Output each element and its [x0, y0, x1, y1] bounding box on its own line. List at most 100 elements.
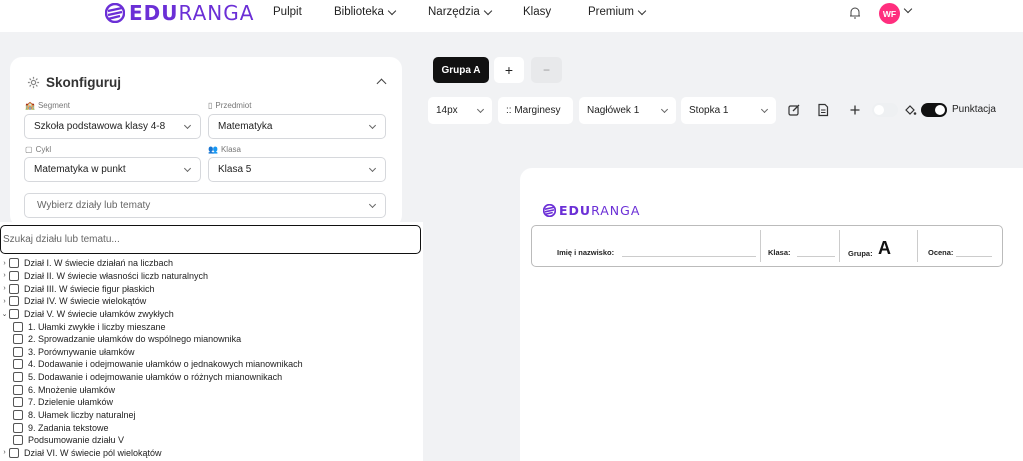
tree-item-label: Dział II. W świecie własności liczb natu…: [24, 270, 209, 281]
bookmark-icon: ▢: [25, 145, 33, 154]
topic-search-input[interactable]: Szukaj działu lub tematu...: [0, 225, 421, 254]
tree-item-topic[interactable]: 5. Dodawanie i odejmowanie ułamków o róż…: [0, 371, 423, 384]
tree-item-topic[interactable]: 8. Ułamek liczby naturalnej: [0, 409, 423, 422]
tree-item-topic[interactable]: 1. Ułamki zwykłe i liczby mieszane: [0, 320, 423, 333]
chevron-right-icon[interactable]: ›: [0, 298, 9, 305]
chevron-down-icon: [637, 6, 647, 15]
topics-select[interactable]: Wybierz działy lub tematy: [24, 193, 386, 218]
checkbox[interactable]: [9, 296, 19, 307]
name-line: [622, 256, 756, 257]
bell-icon[interactable]: [848, 6, 862, 20]
brand-logo[interactable]: EDURANGA: [105, 1, 255, 25]
chevron-right-icon[interactable]: ›: [0, 272, 9, 279]
subject-select[interactable]: Matematyka: [208, 114, 386, 139]
checkbox[interactable]: [13, 397, 23, 408]
checkbox[interactable]: [13, 410, 23, 420]
chevron-down-icon: [660, 105, 669, 114]
checkbox[interactable]: [9, 270, 19, 281]
margins-button[interactable]: :: Marginesy: [498, 97, 573, 124]
tree-item-dzial-3[interactable]: › Dział III. W świecie figur płaskich: [0, 282, 423, 295]
tree-item-topic[interactable]: 2. Sprowadzanie ułamków do wspólnego mia…: [0, 333, 423, 346]
footer-select[interactable]: Stopka 1: [681, 97, 776, 124]
class-select[interactable]: Klasa 5: [208, 157, 386, 182]
tree-item-label: 7. Dzielenie ułamków: [28, 397, 114, 408]
nav-narzedzia[interactable]: Narzędzia: [428, 6, 493, 18]
remove-group-button[interactable]: −: [531, 57, 562, 83]
tree-item-dzial-5[interactable]: ⌄ Dział V. W świecie ułamków zwykłych: [0, 308, 423, 321]
name-label: Imię i nazwisko:: [557, 248, 615, 257]
tree-item-topic[interactable]: 4. Dodawanie i odejmowanie ułamków o jed…: [0, 358, 423, 371]
tree-item-label: Podsumowanie działu V: [28, 435, 125, 446]
checkbox[interactable]: [13, 422, 23, 433]
tree-item-label: 6. Mnożenie ułamków: [28, 384, 116, 395]
brand-name: EDURANGA: [129, 1, 255, 25]
checkbox[interactable]: [13, 346, 23, 357]
tree-item-dzial-1[interactable]: › Dział I. W świecie działań na liczbach: [0, 257, 423, 270]
tree-item-label: 2. Sprowadzanie ułamków do wspólnego mia…: [28, 334, 242, 345]
checkbox[interactable]: [9, 447, 19, 458]
nav-biblioteka[interactable]: Biblioteka: [334, 6, 397, 18]
checkbox[interactable]: [13, 384, 23, 395]
divider: [760, 230, 761, 262]
brand-mark-icon: [543, 204, 556, 217]
checkbox[interactable]: [13, 334, 23, 345]
tree-item-label: 9. Zadania tekstowe: [28, 422, 109, 433]
tree-item-dzial-2[interactable]: › Dział II. W świecie własności liczb nat…: [0, 270, 423, 283]
nav-pulpit[interactable]: Pulpit: [273, 6, 302, 18]
toggle-switch-off[interactable]: [872, 103, 898, 117]
plus-icon[interactable]: [848, 103, 862, 117]
chevron-down-icon: [476, 105, 485, 114]
tree-item-topic[interactable]: 7. Dzielenie ułamków: [0, 396, 423, 409]
header-select[interactable]: Nagłówek 1: [579, 97, 676, 124]
segment-select[interactable]: Szkoła podstawowa klasy 4-8: [24, 114, 201, 139]
tree-item-label: Dział I. W świecie działań na liczbach: [24, 258, 174, 269]
worksheet-header: [531, 225, 1003, 267]
chevron-right-icon[interactable]: ›: [0, 285, 9, 292]
chevron-down-icon: [368, 164, 377, 173]
document-icon[interactable]: [816, 103, 830, 117]
checkbox[interactable]: [9, 283, 19, 294]
punctuation-label: Punktacja: [952, 104, 996, 115]
gear-icon: [27, 76, 40, 89]
paint-bucket-icon[interactable]: [903, 103, 917, 117]
checkbox[interactable]: [13, 372, 23, 383]
chevron-right-icon[interactable]: ›: [0, 449, 9, 456]
chevron-down-icon[interactable]: ⌄: [0, 310, 9, 318]
chevron-down-icon: [183, 121, 192, 130]
toggle-knob: [935, 105, 945, 115]
add-group-button[interactable]: +: [494, 57, 524, 83]
avatar[interactable]: WF: [879, 3, 900, 24]
nav-klasy[interactable]: Klasy: [523, 6, 551, 18]
chevron-right-icon[interactable]: ›: [0, 260, 9, 267]
tree-item-label: 5. Dodawanie i odejmowanie ułamków o róż…: [28, 372, 283, 383]
edit-icon[interactable]: [787, 103, 801, 117]
tree-item-label: Dział III. W świecie figur płaskich: [24, 283, 155, 294]
tree-item-dzial-6[interactable]: › Dział VI. W świecie pól wielokątów: [0, 447, 423, 460]
nav-premium[interactable]: Premium: [588, 6, 647, 18]
tab-group-a[interactable]: Grupa A: [433, 57, 489, 83]
chevron-down-icon: [183, 164, 192, 173]
tree-item-dzial-4[interactable]: › Dział IV. W świecie wielokątów: [0, 295, 423, 308]
class-line: [797, 256, 835, 257]
tree-item-topic[interactable]: 6. Mnożenie ułamków: [0, 383, 423, 396]
tree-item-topic[interactable]: 3. Porównywanie ułamków: [0, 345, 423, 358]
configure-title: Skonfiguruj: [27, 75, 121, 90]
tree-item-topic[interactable]: 9. Zadania tekstowe: [0, 421, 423, 434]
toggle-knob: [874, 105, 884, 115]
cycle-select[interactable]: Matematyka w punkt: [24, 157, 201, 182]
divider: [839, 230, 840, 262]
grade-label: Ocena:: [928, 248, 954, 257]
font-size-select[interactable]: 14px: [428, 97, 492, 124]
checkbox[interactable]: [13, 321, 23, 332]
punctuation-toggle[interactable]: [921, 103, 947, 117]
checkbox[interactable]: [9, 258, 19, 269]
grade-line: [956, 256, 992, 257]
cycle-label: ▢ Cykl: [25, 145, 52, 154]
chevron-down-icon: [387, 6, 397, 15]
brand-mark-icon: [105, 3, 125, 23]
checkbox[interactable]: [13, 359, 23, 370]
checkbox[interactable]: [13, 435, 23, 446]
checkbox[interactable]: [9, 308, 19, 319]
book-icon: ▯: [208, 101, 213, 110]
tree-item-topic[interactable]: Podsumowanie działu V: [0, 434, 423, 447]
